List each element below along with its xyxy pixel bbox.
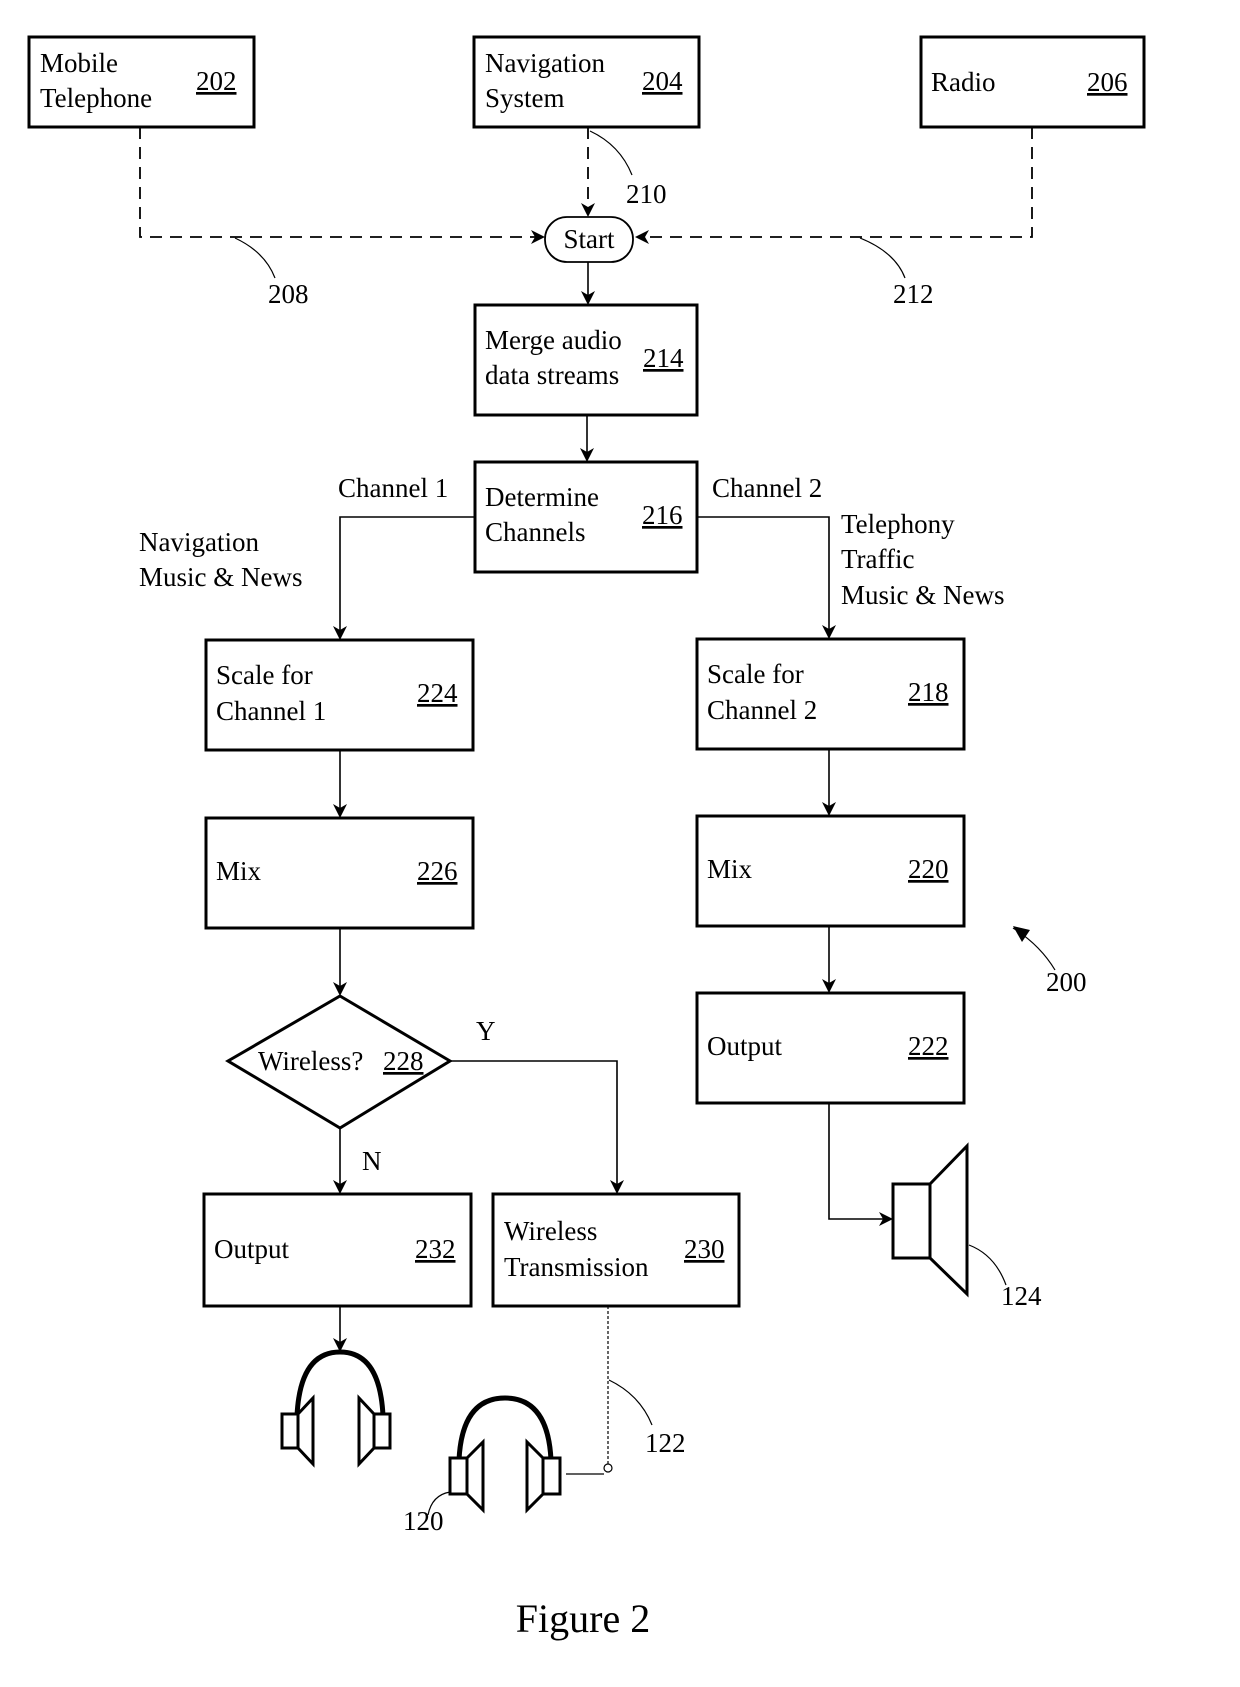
no-label: N — [362, 1146, 382, 1176]
ref-label-124: 124 — [1001, 1281, 1042, 1311]
headphones-wireless-icon — [448, 1395, 562, 1514]
speaker-icon — [891, 1142, 969, 1298]
node-label: Navigation — [485, 48, 605, 78]
diagram-ref-label: 200 — [1046, 967, 1087, 997]
decision-label: Wireless? — [258, 1046, 363, 1076]
leader-124 — [968, 1244, 1007, 1286]
channel-1-content: Navigation — [139, 527, 259, 557]
node-label: Radio — [931, 67, 996, 97]
leader-122 — [608, 1379, 653, 1426]
edge-channel-2 — [697, 516, 836, 639]
channel-2-content: Telephony — [841, 509, 955, 539]
headphones-wired-icon — [280, 1349, 392, 1468]
edge-208 — [139, 127, 545, 244]
node-label: Mix — [216, 856, 262, 886]
ref-label-120: 120 — [403, 1506, 444, 1536]
channel-2-content: Traffic — [841, 544, 915, 574]
node-ref: 216 — [642, 500, 683, 530]
node-ref: 214 — [643, 343, 684, 373]
node-label: Telephone — [40, 83, 152, 113]
figure-caption: Figure 2 — [516, 1596, 650, 1641]
node-mix-channel-1: Mix 226 — [204, 816, 475, 930]
leader-210 — [589, 130, 633, 176]
channel-2-content: Music & News — [841, 580, 1005, 610]
node-label: Output — [707, 1031, 783, 1061]
node-ref: 222 — [908, 1031, 949, 1061]
node-label: Channels — [485, 517, 586, 547]
node-radio: Radio 206 — [919, 35, 1146, 129]
ref-label-212: 212 — [893, 279, 934, 309]
node-wireless-transmission: Wireless Transmission 230 — [491, 1192, 741, 1308]
node-scale-channel-1: Scale for Channel 1 224 — [204, 638, 475, 752]
flowchart: Mobile Telephone 202 Navigation System 2… — [27, 35, 1146, 1641]
node-label: Transmission — [504, 1252, 649, 1282]
node-ref: 202 — [196, 66, 237, 96]
node-output-channel-2: Output 222 — [695, 991, 966, 1105]
node-label: Merge audio — [485, 325, 622, 355]
node-label: Scale for — [707, 659, 804, 689]
node-ref: 218 — [908, 677, 949, 707]
ref-label-122: 122 — [645, 1428, 686, 1458]
node-ref: 228 — [383, 1046, 424, 1076]
node-label: Mobile — [40, 48, 118, 78]
arrowhead-200 — [1013, 926, 1030, 942]
node-start: Start — [544, 216, 634, 263]
node-ref: 224 — [417, 678, 458, 708]
node-label: Channel 2 — [707, 695, 817, 725]
edge-212 — [635, 127, 1033, 244]
node-label: Output — [214, 1234, 290, 1264]
node-label: Channel 1 — [216, 696, 326, 726]
link-endpoint — [603, 1463, 613, 1473]
node-label: Wireless — [504, 1216, 597, 1246]
node-ref: 206 — [1087, 67, 1128, 97]
yes-label: Y — [476, 1016, 496, 1046]
edge-channel-1 — [333, 516, 475, 640]
node-determine: Determine Channels 216 — [473, 460, 699, 574]
ref-label-208: 208 — [268, 279, 309, 309]
node-navigation-system: Navigation System 204 — [472, 35, 701, 129]
node-wireless-decision: Wireless? 228 — [225, 994, 453, 1130]
node-label: System — [485, 83, 565, 113]
node-label: data streams — [485, 360, 619, 390]
node-ref: 220 — [908, 854, 949, 884]
node-mobile-telephone: Mobile Telephone 202 — [27, 35, 256, 129]
node-mix-channel-2: Mix 220 — [695, 814, 966, 928]
ref-label-210: 210 — [626, 179, 667, 209]
node-label: Determine — [485, 482, 599, 512]
node-label: Scale for — [216, 660, 313, 690]
channel-1-label: Channel 1 — [338, 473, 448, 503]
node-scale-channel-2: Scale for Channel 2 218 — [695, 637, 966, 751]
edge-yes — [450, 1060, 624, 1194]
node-ref: 226 — [417, 856, 458, 886]
node-ref: 204 — [642, 66, 683, 96]
leader-212 — [859, 237, 906, 279]
node-ref: 230 — [684, 1234, 725, 1264]
node-label: Mix — [707, 854, 753, 884]
node-ref: 232 — [415, 1234, 456, 1264]
channel-1-content: Music & News — [139, 562, 303, 592]
start-label: Start — [564, 224, 615, 254]
leader-208 — [234, 237, 276, 279]
node-output-channel-1: Output 232 — [202, 1192, 473, 1308]
node-merge: Merge audio data streams 214 — [473, 303, 699, 417]
channel-2-label: Channel 2 — [712, 473, 822, 503]
edge-output2-speaker — [828, 1103, 893, 1226]
